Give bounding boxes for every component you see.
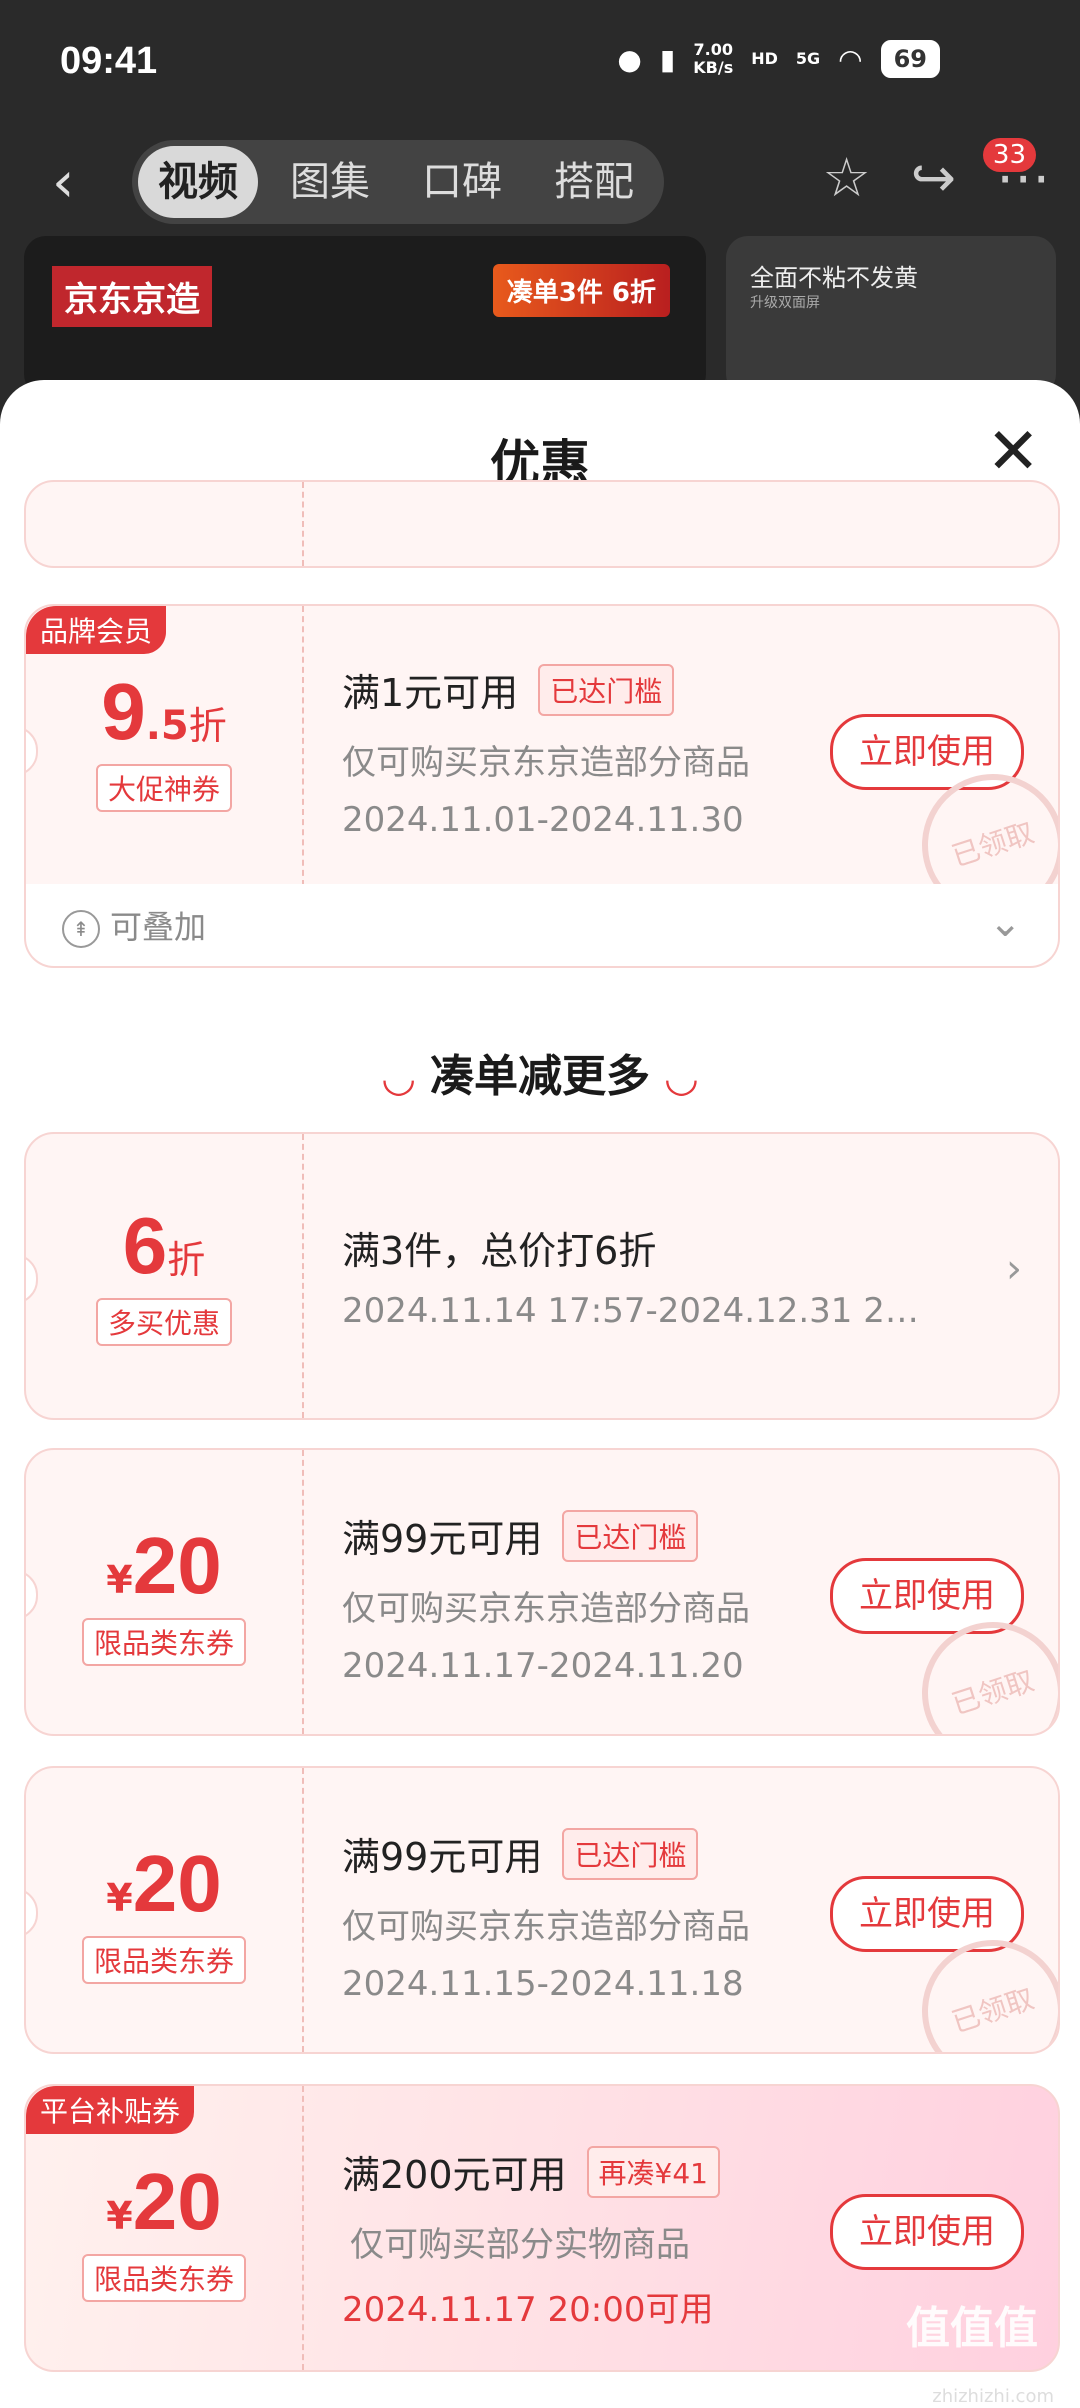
tab-gallery[interactable]: 图集	[270, 146, 390, 218]
discount-sheet: 优惠 ✕ 品牌会员 9.5折 大促神券 满1元可用 已达门槛 仅可购买京东京造部分…	[0, 380, 1080, 2408]
value-unit: 折	[167, 1238, 206, 1282]
coupon-type-tag: 大促神券	[95, 764, 232, 812]
stack-icon: ⇞	[62, 910, 100, 948]
tab-video[interactable]: 视频	[138, 146, 258, 218]
tab-matching[interactable]: 搭配	[534, 146, 654, 218]
value-sub: .5	[145, 703, 189, 749]
card-divider	[302, 1134, 304, 1418]
coupon-condition: 满99元可用	[342, 1835, 543, 1879]
net-speed: 7.00 KB/s	[693, 40, 734, 77]
favorite-star-icon[interactable]: ☆	[822, 146, 870, 209]
chevron-right-icon[interactable]: ›	[1006, 1246, 1022, 1292]
threshold-pill: 已达门槛	[562, 1827, 699, 1880]
coupon-condition: 满99元可用	[342, 1517, 543, 1561]
status-icons: ● ▮ 7.00 KB/s HD 5G ◠ 69	[617, 40, 940, 78]
card-divider	[302, 1450, 304, 1734]
site-watermark-url: zhizhizhi.com	[932, 2386, 1054, 2407]
product-banners: 京东京造 凑单3件 6折 全面不粘不发黄 升级双面屏	[24, 236, 1056, 396]
media-tabs: 视频 图集 口碑 搭配	[132, 140, 664, 224]
value-main: 20	[132, 2157, 222, 2246]
coupon-validity: 2024.11.14 17:57-2024.12.31 2…	[342, 1291, 919, 1331]
threshold-pill: 已达门槛	[562, 1509, 699, 1562]
coupon-card: 品牌会员 9.5折 大促神券 满1元可用 已达门槛 仅可购买京东京造部分商品 20…	[24, 604, 1060, 888]
coupon-condition: 满1元可用	[342, 671, 519, 715]
coupon-value: 6折 多买优惠	[26, 1200, 302, 1346]
status-bar: 09:41 ● ▮ 7.00 KB/s HD 5G ◠ 69	[0, 0, 1080, 130]
share-icon[interactable]: ↪	[911, 146, 956, 209]
signal-icon: 5G	[795, 49, 821, 68]
coupon-card[interactable]: 6折 多买优惠 满3件，总价打6折 2024.11.14 17:57-2024.…	[24, 1132, 1060, 1420]
threshold-pill: 已达门槛	[538, 663, 675, 716]
value-main: 20	[132, 1521, 222, 1610]
coupon-value: 9.5折 大促神券	[26, 666, 302, 812]
hd-icon: HD	[751, 49, 778, 68]
coupon-type-tag: 限品类东券	[81, 2254, 246, 2302]
card-divider	[302, 1768, 304, 2052]
coupon-type-tag: 限品类东券	[81, 1936, 246, 1984]
card-divider	[302, 482, 304, 566]
stackable-row[interactable]: ⇞ 可叠加 ⌄	[24, 884, 1060, 968]
message-badge: 33	[982, 138, 1036, 172]
banner-promo: 凑单3件 6折	[492, 264, 670, 317]
site-watermark: 值值值	[906, 2303, 1038, 2354]
more-icon[interactable]: ⋯ 33	[982, 138, 1050, 209]
product-banner-main[interactable]: 京东京造 凑单3件 6折	[24, 236, 706, 396]
clock: 09:41	[60, 40, 158, 82]
tab-reviews[interactable]: 口碑	[402, 146, 522, 218]
coupon-condition: 满3件，总价打6折	[342, 1229, 657, 1273]
close-icon[interactable]: ✕	[986, 420, 1040, 484]
value-main: 9	[101, 667, 146, 756]
section-more-savings: ◡ 凑单减更多 ◡	[383, 1051, 697, 1102]
coupon-value: ¥20 限品类东券	[26, 1838, 302, 1984]
platform-subsidy-tag: 平台补贴券	[26, 2086, 195, 2134]
coupon-card: ¥20 限品类东券 满99元可用 已达门槛 仅可购买京东京造部分商品 2024.1…	[24, 1448, 1060, 1736]
location-icon: ●	[617, 42, 642, 76]
coupon-card: ¥20 限品类东券 满99元可用 已达门槛 仅可购买京东京造部分商品 2024.1…	[24, 1766, 1060, 2054]
coupon-type-tag: 限品类东券	[81, 1618, 246, 1666]
use-now-button[interactable]: 立即使用	[830, 2194, 1024, 2270]
value-unit: 折	[188, 704, 227, 748]
wifi-icon: ◠	[838, 42, 863, 76]
smile-icon: ◡	[383, 1055, 414, 1101]
stackable-label: ⇞ 可叠加	[62, 902, 206, 948]
currency: ¥	[106, 1558, 133, 1602]
card-divider	[302, 606, 304, 886]
currency: ¥	[106, 1876, 133, 1920]
brand-logo: 京东京造	[52, 266, 212, 327]
product-banner-side[interactable]: 全面不粘不发黄 升级双面屏	[726, 236, 1056, 396]
coupon-type-tag: 多买优惠	[95, 1298, 232, 1346]
back-icon[interactable]: ‹	[52, 150, 74, 215]
battery-icon: 69	[880, 40, 940, 78]
banner-side-sub: 升级双面屏	[750, 295, 820, 311]
currency: ¥	[106, 2194, 133, 2238]
chevron-down-icon[interactable]: ⌄	[988, 900, 1022, 946]
coupon-card: 平台补贴券 ¥20 限品类东券 满200元可用 再凑¥41 仅可购买部分实物商品 …	[24, 2084, 1060, 2372]
add-more-pill: 再凑¥41	[586, 2145, 720, 2198]
card-divider	[302, 2086, 304, 2370]
coupon-card-partial	[24, 480, 1060, 568]
coupon-value: ¥20 限品类东券	[26, 1520, 302, 1666]
banner-side-title: 全面不粘不发黄	[750, 264, 918, 292]
coupon-value: ¥20 限品类东券	[26, 2156, 302, 2302]
vibrate-icon: ▮	[659, 42, 676, 76]
coupon-condition: 满200元可用	[342, 2153, 567, 2197]
value-main: 6	[122, 1201, 168, 1290]
smile-icon: ◡	[666, 1055, 697, 1101]
value-main: 20	[132, 1839, 222, 1928]
coupon-details: 满3件，总价打6折 2024.11.14 17:57-2024.12.31 2…	[342, 1220, 1028, 1331]
top-nav: ‹ 视频 图集 口碑 搭配 ☆ ↪ ⋯ 33	[0, 138, 1080, 228]
member-tag: 品牌会员	[26, 606, 167, 654]
nav-actions: ☆ ↪ ⋯ 33	[822, 138, 1050, 209]
